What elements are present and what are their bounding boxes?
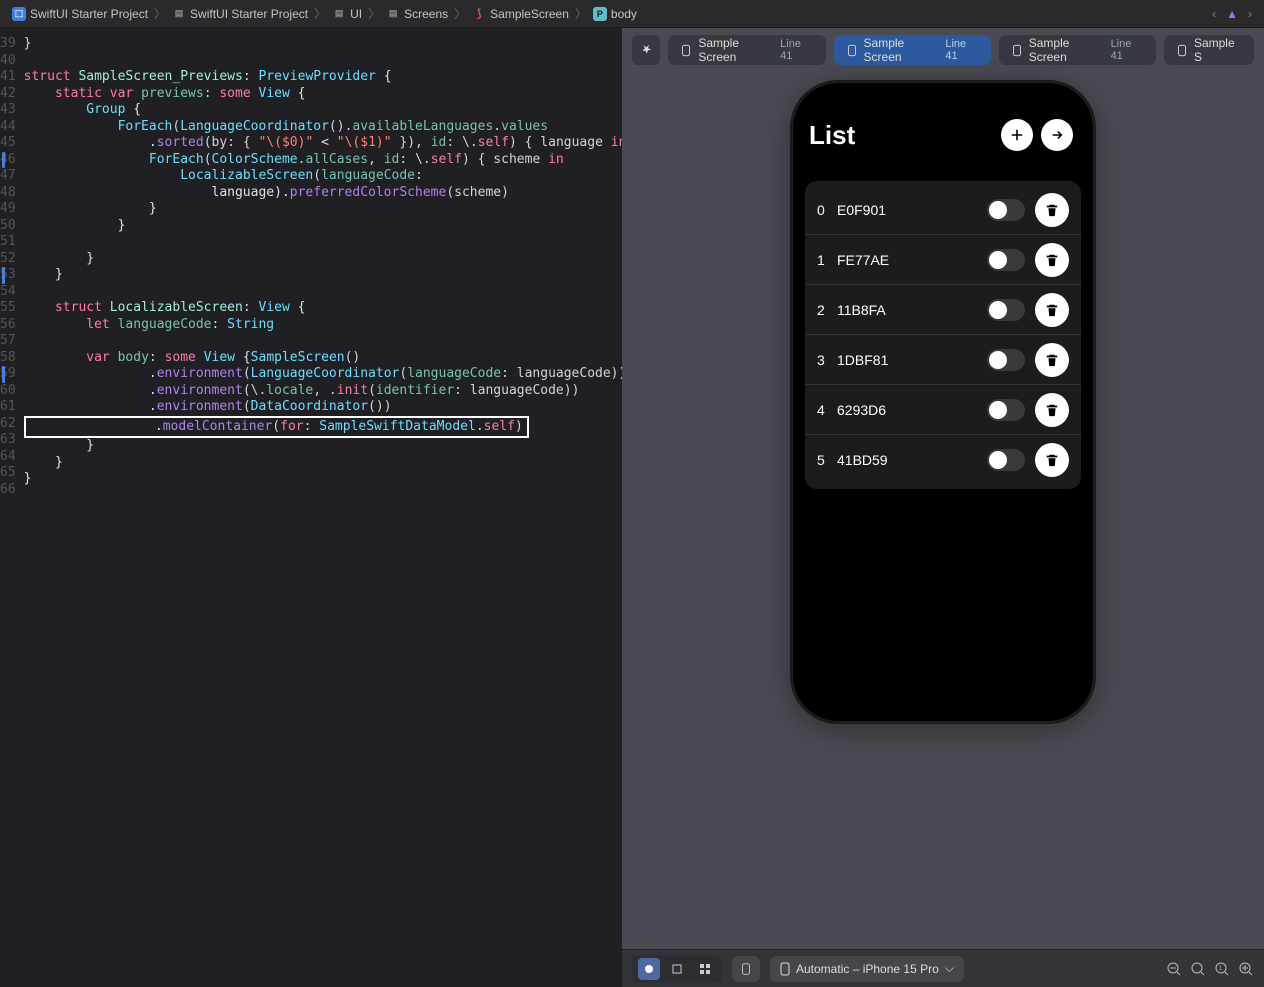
folder-icon: ▤ <box>332 7 346 21</box>
variants-button[interactable] <box>694 958 716 980</box>
page-title: List <box>809 120 993 151</box>
row-value: FE77AE <box>837 252 987 268</box>
preview-tab[interactable]: Sample ScreenLine 41 <box>834 35 991 65</box>
delete-button[interactable] <box>1035 393 1069 427</box>
breadcrumb-item[interactable]: ⬚ SwiftUI Starter Project <box>12 7 148 21</box>
list-item[interactable]: 1FE77AE <box>805 235 1081 285</box>
breadcrumb-label: SampleScreen <box>490 7 569 21</box>
row-index: 3 <box>817 352 833 368</box>
breadcrumb[interactable]: ⬚SwiftUI Starter Project〉▤SwiftUI Starte… <box>12 5 637 22</box>
row-toggle[interactable] <box>987 299 1025 321</box>
delete-button[interactable] <box>1035 443 1069 477</box>
code-content[interactable]: } struct SampleScreen_Previews: PreviewP… <box>24 28 622 987</box>
list-item[interactable]: 211B8FA <box>805 285 1081 335</box>
row-index: 5 <box>817 452 833 468</box>
breadcrumb-item[interactable]: ▤ UI <box>332 7 362 21</box>
delete-button[interactable] <box>1035 343 1069 377</box>
breadcrumb-item[interactable]: Pbody <box>593 7 637 21</box>
breadcrumb-label: body <box>611 7 637 21</box>
line-gutter: 3940414243444546474849505152535455565758… <box>0 28 24 987</box>
pin-button[interactable] <box>632 35 660 65</box>
folder-icon: ▤ <box>172 7 186 21</box>
row-value: 41BD59 <box>837 452 987 468</box>
warning-icon[interactable]: ▲ <box>1226 7 1238 21</box>
row-toggle[interactable] <box>987 449 1025 471</box>
list-item[interactable]: 46293D6 <box>805 385 1081 435</box>
breadcrumb-label: SwiftUI Starter Project <box>190 7 308 21</box>
add-button[interactable] <box>1001 119 1033 151</box>
breadcrumb-item[interactable]: ▤ Screens <box>386 7 448 21</box>
tab-label: Sample S <box>1194 36 1242 64</box>
arrow-button[interactable] <box>1041 119 1073 151</box>
tab-line-label: Line 41 <box>780 38 813 62</box>
row-index: 4 <box>817 402 833 418</box>
trash-icon <box>1045 353 1059 367</box>
preview-bottom-bar: Automatic – iPhone 15 Pro ⌵ 1 <box>622 949 1264 987</box>
zoom-in-button[interactable] <box>1238 961 1254 977</box>
trash-icon <box>1045 203 1059 217</box>
project-icon: ⬚ <box>12 7 26 21</box>
zoom-actual-button[interactable]: 1 <box>1214 961 1230 977</box>
row-index: 2 <box>817 302 833 318</box>
preview-pane: Sample ScreenLine 41Sample ScreenLine 41… <box>622 28 1264 987</box>
breadcrumb-item[interactable]: ⟆ SampleScreen <box>472 7 569 21</box>
zoom-out-button[interactable] <box>1166 961 1182 977</box>
row-toggle[interactable] <box>987 349 1025 371</box>
trash-icon <box>1045 403 1059 417</box>
row-toggle[interactable] <box>987 199 1025 221</box>
breadcrumb-nav-icons: ‹ ▲ › <box>1212 7 1252 21</box>
row-index: 0 <box>817 202 833 218</box>
row-value: 6293D6 <box>837 402 987 418</box>
trash-icon <box>1045 453 1059 467</box>
tab-label: Sample Screen <box>698 36 774 64</box>
breadcrumb-label: UI <box>350 7 362 21</box>
tab-line-label: Line 41 <box>945 38 978 62</box>
device-label: Automatic – iPhone 15 Pro <box>796 962 939 976</box>
breadcrumb-label: Screens <box>404 7 448 21</box>
delete-button[interactable] <box>1035 293 1069 327</box>
breadcrumb-bar: ⬚SwiftUI Starter Project〉▤SwiftUI Starte… <box>0 0 1264 28</box>
folder-icon: ▤ <box>386 7 400 21</box>
trash-icon <box>1045 253 1059 267</box>
breadcrumb-label: SwiftUI Starter Project <box>30 7 148 21</box>
list-item[interactable]: 0E0F901 <box>805 185 1081 235</box>
svg-text:1: 1 <box>1219 966 1223 972</box>
chevron-right-icon[interactable]: › <box>1248 7 1252 21</box>
property-icon: P <box>593 7 607 21</box>
tab-label: Sample Screen <box>864 36 940 64</box>
row-value: E0F901 <box>837 202 987 218</box>
preview-tab[interactable]: Sample ScreenLine 41 <box>999 35 1156 65</box>
row-toggle[interactable] <box>987 399 1025 421</box>
preview-tab[interactable]: Sample ScreenLine 41 <box>668 35 825 65</box>
device-settings-button[interactable] <box>732 956 760 982</box>
tab-line-label: Line 41 <box>1111 38 1144 62</box>
list-item[interactable]: 31DBF81 <box>805 335 1081 385</box>
preview-tab[interactable]: Sample S <box>1164 35 1254 65</box>
device-frame: List 0E0F9011FE77AE211B8FA31DBF8146293D6… <box>792 82 1094 722</box>
list-item[interactable]: 541BD59 <box>805 435 1081 485</box>
row-toggle[interactable] <box>987 249 1025 271</box>
delete-button[interactable] <box>1035 193 1069 227</box>
row-value: 11B8FA <box>837 302 987 318</box>
chevron-left-icon[interactable]: ‹ <box>1212 7 1216 21</box>
device-selector[interactable]: Automatic – iPhone 15 Pro ⌵ <box>770 956 964 982</box>
chevron-down-icon: ⌵ <box>945 961 954 976</box>
trash-icon <box>1045 303 1059 317</box>
app-header: List <box>805 113 1081 157</box>
breadcrumb-item[interactable]: ▤ SwiftUI Starter Project <box>172 7 308 21</box>
preview-tabs: Sample ScreenLine 41Sample ScreenLine 41… <box>622 28 1264 72</box>
live-button[interactable] <box>638 958 660 980</box>
selectable-button[interactable] <box>666 958 688 980</box>
preview-canvas[interactable]: List 0E0F9011FE77AE211B8FA31DBF8146293D6… <box>622 72 1264 949</box>
swift-icon: ⟆ <box>472 7 486 21</box>
zoom-fit-button[interactable] <box>1190 961 1206 977</box>
tab-label: Sample Screen <box>1029 36 1105 64</box>
row-value: 1DBF81 <box>837 352 987 368</box>
list-card: 0E0F9011FE77AE211B8FA31DBF8146293D6541BD… <box>805 181 1081 489</box>
row-index: 1 <box>817 252 833 268</box>
code-editor[interactable]: 3940414243444546474849505152535455565758… <box>0 28 622 987</box>
delete-button[interactable] <box>1035 243 1069 277</box>
